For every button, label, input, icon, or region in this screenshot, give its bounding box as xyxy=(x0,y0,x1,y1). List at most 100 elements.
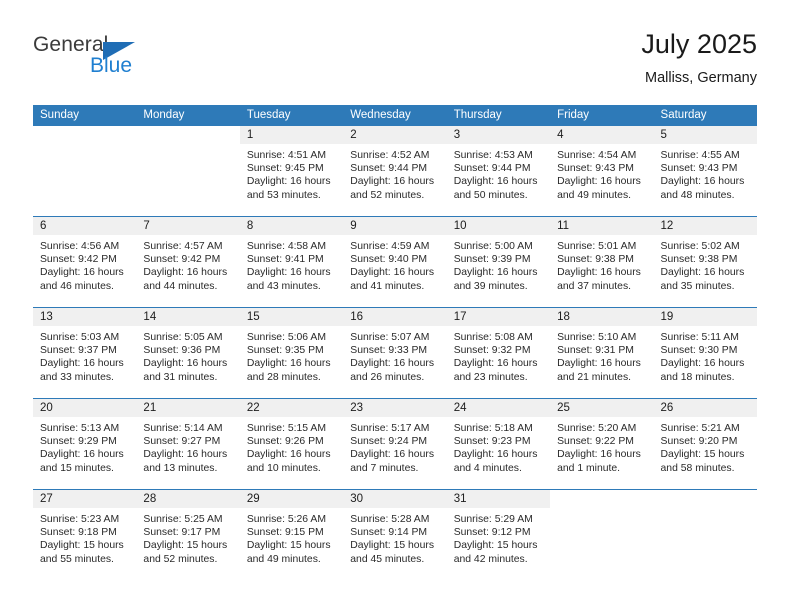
calendar-day-cell[interactable]: 10 Sunrise: 5:00 AM Sunset: 9:39 PM Dayligh… xyxy=(446,216,551,308)
daylight-text: Daylight: 16 hours and 53 minutes. xyxy=(246,176,331,201)
calendar-day-cell[interactable]: 28 Sunrise: 5:25 AM Sunset: 9:17 PM Dayligh… xyxy=(136,489,240,580)
day-sun-details: Sunrise: 4:58 AM Sunset: 9:41 PM Daylight:… xyxy=(240,235,343,293)
day-cell-content: 4 Sunrise: 4:54 AM Sunset: 9:43 PM Daylight… xyxy=(550,126,654,216)
sunset-text: Sunset: 9:38 PM xyxy=(557,254,634,266)
calendar-page: General Blue July 2025 Malliss, Germany … xyxy=(0,0,792,612)
day-sun-details: Sunrise: 5:01 AM Sunset: 9:38 PM Daylight:… xyxy=(550,235,653,293)
sunset-text: Sunset: 9:41 PM xyxy=(246,254,324,266)
calendar-day-cell[interactable]: 24 Sunrise: 5:18 AM Sunset: 9:23 PM Dayligh… xyxy=(446,398,551,490)
calendar-day-cell[interactable]: 15 Sunrise: 5:06 AM Sunset: 9:35 PM Dayligh… xyxy=(239,307,344,399)
calendar-day-cell[interactable]: 21 Sunrise: 5:14 AM Sunset: 9:27 PM Dayligh… xyxy=(136,398,240,490)
sunset-text: Sunset: 9:29 PM xyxy=(40,436,117,448)
calendar-day-cell[interactable]: 5 Sunrise: 4:55 AM Sunset: 9:43 PM Daylight… xyxy=(653,126,757,217)
sunset-text: Sunset: 9:24 PM xyxy=(350,436,428,448)
sunrise-text: Sunrise: 5:23 AM xyxy=(40,514,120,525)
sunset-text: Sunset: 9:20 PM xyxy=(660,436,738,448)
day-sun-details: Sunrise: 4:59 AM Sunset: 9:40 PM Daylight:… xyxy=(343,235,446,293)
sunrise-text: Sunrise: 5:11 AM xyxy=(660,332,739,343)
calendar-day-cell[interactable]: 8 Sunrise: 4:58 AM Sunset: 9:41 PM Daylight… xyxy=(239,216,344,308)
day-number: 15 xyxy=(239,308,344,326)
day-sun-details: Sunrise: 5:05 AM Sunset: 9:36 PM Daylight:… xyxy=(136,326,239,384)
day-cell-content: 5 Sunrise: 4:55 AM Sunset: 9:43 PM Daylight… xyxy=(653,126,757,216)
daylight-text: Daylight: 15 hours and 42 minutes. xyxy=(453,540,538,565)
day-number: 9 xyxy=(343,217,447,235)
calendar-day-cell[interactable]: 25 Sunrise: 5:20 AM Sunset: 9:22 PM Dayligh… xyxy=(550,398,654,490)
sunset-text: Sunset: 9:40 PM xyxy=(350,254,428,266)
calendar-day-cell[interactable]: 13 Sunrise: 5:03 AM Sunset: 9:37 PM Dayligh… xyxy=(33,307,137,399)
daylight-text: Daylight: 16 hours and 46 minutes. xyxy=(40,267,124,292)
daylight-text: Daylight: 15 hours and 55 minutes. xyxy=(40,540,124,565)
day-number: 5 xyxy=(653,126,757,144)
daylight-text: Daylight: 16 hours and 33 minutes. xyxy=(40,358,124,383)
day-sun-details: Sunrise: 5:25 AM Sunset: 9:17 PM Daylight:… xyxy=(136,508,239,566)
calendar-day-cell[interactable]: 23 Sunrise: 5:17 AM Sunset: 9:24 PM Dayligh… xyxy=(343,398,447,490)
calendar-day-cell[interactable]: 6 Sunrise: 4:56 AM Sunset: 9:42 PM Daylight… xyxy=(33,216,137,308)
calendar-day-cell[interactable]: 1 Sunrise: 4:51 AM Sunset: 9:45 PM Daylight… xyxy=(239,126,344,217)
day-cell-content xyxy=(33,126,137,216)
day-sun-details: Sunrise: 4:53 AM Sunset: 9:44 PM Daylight:… xyxy=(447,144,550,202)
day-sun-details: Sunrise: 5:07 AM Sunset: 9:33 PM Daylight:… xyxy=(343,326,446,384)
calendar-day-cell[interactable]: 19 Sunrise: 5:11 AM Sunset: 9:30 PM Dayligh… xyxy=(653,307,757,399)
title-block: July 2025 Malliss, Germany xyxy=(641,28,757,88)
brand-name-blue: Blue xyxy=(90,54,133,77)
calendar-day-cell[interactable]: 12 Sunrise: 5:02 AM Sunset: 9:38 PM Dayligh… xyxy=(653,216,757,308)
calendar-day-cell[interactable]: 4 Sunrise: 4:54 AM Sunset: 9:43 PM Daylight… xyxy=(550,126,654,217)
day-sun-details: Sunrise: 5:10 AM Sunset: 9:31 PM Daylight:… xyxy=(550,326,653,384)
day-number: 25 xyxy=(550,399,654,417)
day-sun-details: Sunrise: 5:18 AM Sunset: 9:23 PM Daylight:… xyxy=(447,417,550,475)
daylight-text: Daylight: 16 hours and 26 minutes. xyxy=(350,358,435,383)
calendar-day-cell[interactable]: 30 Sunrise: 5:28 AM Sunset: 9:14 PM Dayligh… xyxy=(343,489,447,580)
sunrise-text: Sunrise: 5:25 AM xyxy=(143,514,223,525)
day-sun-details: Sunrise: 5:03 AM Sunset: 9:37 PM Daylight:… xyxy=(33,326,136,384)
calendar-day-cell[interactable]: 26 Sunrise: 5:21 AM Sunset: 9:20 PM Dayligh… xyxy=(653,398,757,490)
day-cell-content: 17 Sunrise: 5:08 AM Sunset: 9:32 PM Dayligh… xyxy=(446,308,551,398)
calendar-day-cell[interactable]: 20 Sunrise: 5:13 AM Sunset: 9:29 PM Dayligh… xyxy=(33,398,137,490)
daylight-text: Daylight: 16 hours and 18 minutes. xyxy=(660,358,745,383)
day-cell-content: 28 Sunrise: 5:25 AM Sunset: 9:17 PM Dayligh… xyxy=(136,490,240,580)
calendar-day-cell[interactable]: 16 Sunrise: 5:07 AM Sunset: 9:33 PM Dayligh… xyxy=(343,307,447,399)
daylight-text: Daylight: 15 hours and 52 minutes. xyxy=(143,540,228,565)
sunrise-text: Sunrise: 4:58 AM xyxy=(246,241,326,252)
day-number: 31 xyxy=(446,490,551,508)
calendar-day-cell[interactable]: 29 Sunrise: 5:26 AM Sunset: 9:15 PM Dayligh… xyxy=(239,489,344,580)
sunrise-text: Sunrise: 4:54 AM xyxy=(557,150,637,161)
daylight-text: Daylight: 16 hours and 10 minutes. xyxy=(246,449,331,474)
sunset-text: Sunset: 9:32 PM xyxy=(453,345,531,357)
calendar-day-cell[interactable]: 3 Sunrise: 4:53 AM Sunset: 9:44 PM Daylight… xyxy=(446,126,551,217)
calendar-day-cell[interactable]: 7 Sunrise: 4:57 AM Sunset: 9:42 PM Daylight… xyxy=(136,216,240,308)
calendar-week-row: 13 Sunrise: 5:03 AM Sunset: 9:37 PM Dayligh… xyxy=(33,307,757,399)
calendar-day-cell[interactable]: 18 Sunrise: 5:10 AM Sunset: 9:31 PM Dayligh… xyxy=(550,307,654,399)
daylight-text: Daylight: 15 hours and 49 minutes. xyxy=(246,540,331,565)
day-sun-details: Sunrise: 5:17 AM Sunset: 9:24 PM Daylight:… xyxy=(343,417,446,475)
calendar-day-cell[interactable]: 22 Sunrise: 5:15 AM Sunset: 9:26 PM Dayligh… xyxy=(239,398,344,490)
day-number: 3 xyxy=(446,126,551,144)
sunrise-text: Sunrise: 5:17 AM xyxy=(350,423,430,434)
sunset-text: Sunset: 9:39 PM xyxy=(453,254,531,266)
calendar-day-cell[interactable]: 31 Sunrise: 5:29 AM Sunset: 9:12 PM Dayligh… xyxy=(446,489,551,580)
day-number xyxy=(550,490,654,508)
page-header: General Blue July 2025 Malliss, Germany xyxy=(33,28,757,96)
day-cell-content: 24 Sunrise: 5:18 AM Sunset: 9:23 PM Dayligh… xyxy=(446,399,551,489)
calendar-day-cell xyxy=(136,126,240,217)
day-number: 29 xyxy=(239,490,344,508)
sunset-text: Sunset: 9:42 PM xyxy=(143,254,221,266)
calendar-day-cell[interactable]: 17 Sunrise: 5:08 AM Sunset: 9:32 PM Dayligh… xyxy=(446,307,551,399)
sunset-text: Sunset: 9:44 PM xyxy=(453,163,531,175)
day-number: 12 xyxy=(653,217,757,235)
day-cell-content: 16 Sunrise: 5:07 AM Sunset: 9:33 PM Dayligh… xyxy=(343,308,447,398)
day-sun-details: Sunrise: 5:11 AM Sunset: 9:30 PM Daylight:… xyxy=(654,326,757,384)
day-number xyxy=(653,490,757,508)
day-cell-content: 18 Sunrise: 5:10 AM Sunset: 9:31 PM Dayligh… xyxy=(550,308,654,398)
sunset-text: Sunset: 9:43 PM xyxy=(557,163,634,175)
calendar-day-cell[interactable]: 11 Sunrise: 5:01 AM Sunset: 9:38 PM Dayligh… xyxy=(550,216,654,308)
calendar-day-cell[interactable]: 2 Sunrise: 4:52 AM Sunset: 9:44 PM Daylight… xyxy=(343,126,447,217)
day-number: 30 xyxy=(343,490,447,508)
sunset-text: Sunset: 9:43 PM xyxy=(660,163,738,175)
daylight-text: Daylight: 16 hours and 4 minutes. xyxy=(453,449,538,474)
calendar-day-cell[interactable]: 14 Sunrise: 5:05 AM Sunset: 9:36 PM Dayligh… xyxy=(136,307,240,399)
calendar-day-cell[interactable]: 27 Sunrise: 5:23 AM Sunset: 9:18 PM Dayligh… xyxy=(33,489,137,580)
day-number: 10 xyxy=(446,217,551,235)
sunset-text: Sunset: 9:14 PM xyxy=(350,527,428,539)
calendar-day-cell[interactable]: 9 Sunrise: 4:59 AM Sunset: 9:40 PM Daylight… xyxy=(343,216,447,308)
sunrise-text: Sunrise: 5:13 AM xyxy=(40,423,120,434)
